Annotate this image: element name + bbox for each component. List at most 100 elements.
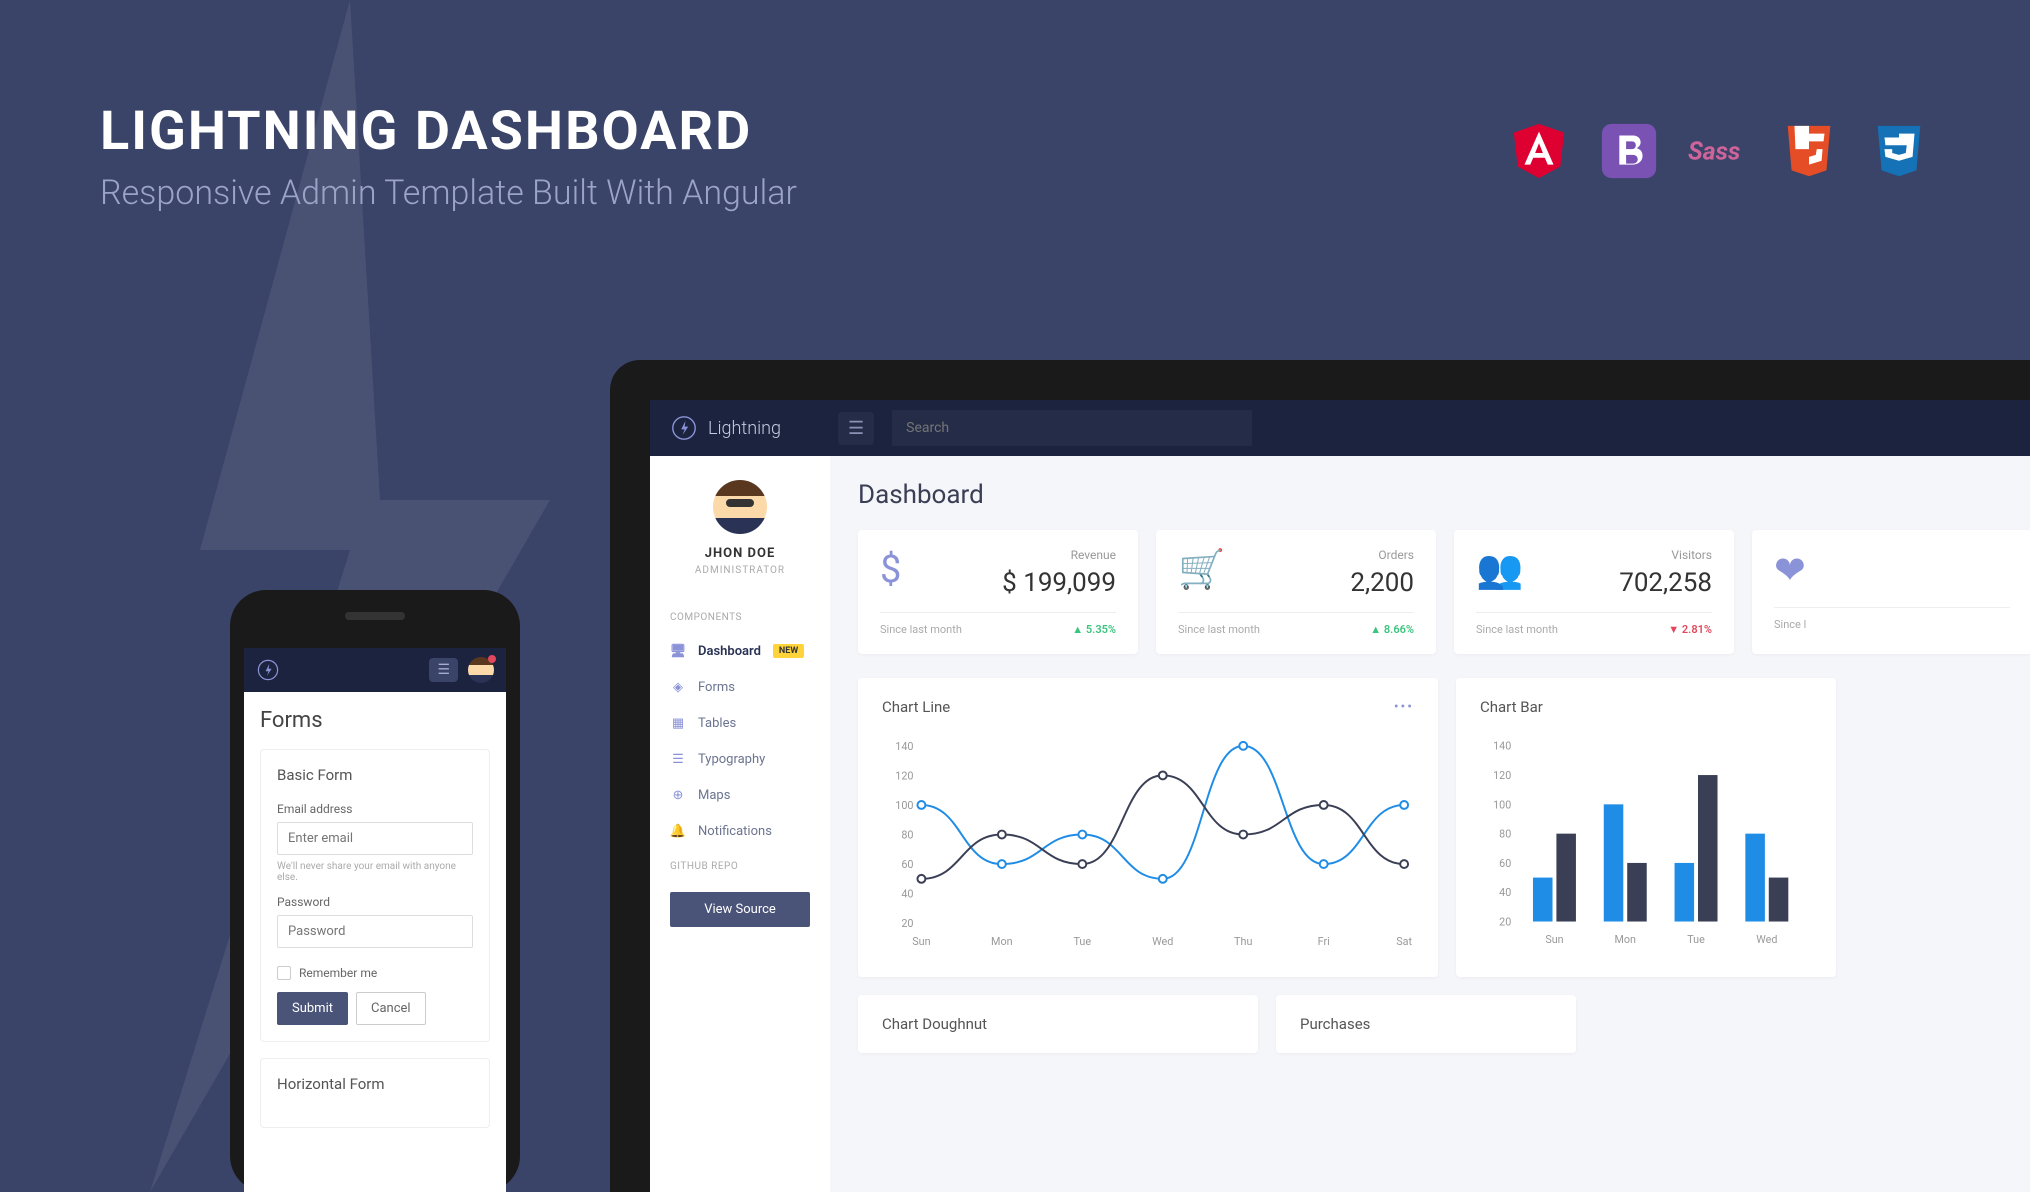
- diamond-icon: ◈: [670, 679, 686, 695]
- nav-notifications[interactable]: 🔔 Notifications: [650, 813, 830, 849]
- chart-line-title: Chart Line: [882, 698, 950, 716]
- phone-menu-button[interactable]: ☰: [429, 658, 458, 682]
- submit-button[interactable]: Submit: [277, 992, 348, 1025]
- nav-dashboard[interactable]: 🖥 Dashboard NEW: [650, 633, 830, 669]
- stat-pct: ▲ 5.35%: [1072, 623, 1116, 636]
- stat-since: Since last month: [1476, 623, 1558, 636]
- svg-text:80: 80: [1499, 828, 1511, 841]
- nav-label: Maps: [698, 788, 730, 803]
- logo-icon: [670, 414, 698, 442]
- search-input[interactable]: [892, 410, 1252, 446]
- page-title: Dashboard: [858, 480, 2002, 510]
- nav-typography[interactable]: ☰Typography: [650, 741, 830, 777]
- stat-card: ❤ Since l: [1752, 530, 2030, 654]
- view-source-button[interactable]: View Source: [670, 892, 810, 927]
- phone-avatar[interactable]: [468, 657, 494, 683]
- password-field[interactable]: [277, 915, 473, 948]
- nav-tables[interactable]: ▦ Tables: [650, 705, 830, 741]
- phone-topbar: ☰: [244, 648, 506, 692]
- nav-label: Dashboard: [698, 644, 761, 659]
- nav-label: Notifications: [698, 824, 772, 839]
- svg-text:120: 120: [895, 769, 913, 782]
- bootstrap-icon: [1598, 120, 1660, 182]
- svg-text:100: 100: [895, 799, 913, 812]
- svg-text:Tue: Tue: [1687, 933, 1705, 946]
- chart-bar-card: Chart Bar 20406080100120140SunMonTueWed: [1456, 678, 1836, 977]
- stat-label: Revenue: [1002, 548, 1116, 562]
- stat-label: Visitors: [1619, 548, 1712, 562]
- chart-doughnut-title: Chart Doughnut: [882, 1015, 1234, 1033]
- nav-label: Forms: [698, 680, 735, 695]
- email-field[interactable]: [277, 822, 473, 855]
- stat-value: 702,258: [1619, 568, 1712, 598]
- hero-title: LIGHTNING DASHBOARD: [100, 100, 797, 163]
- svg-text:20: 20: [1499, 915, 1511, 928]
- section-github: GITHUB REPO: [650, 861, 830, 872]
- stat-since: Since last month: [1178, 623, 1260, 636]
- new-badge: NEW: [773, 644, 804, 658]
- section-components: COMPONENTS: [650, 612, 830, 623]
- topbar: Lightning ☰: [650, 400, 2030, 456]
- line-chart: 20 40 60 80 100 120 140 Sun Mon Tue Wed Thu Fri Sat: [882, 736, 1414, 953]
- css3-icon: [1868, 120, 1930, 182]
- nav-maps[interactable]: ⊕Maps: [650, 777, 830, 813]
- svg-text:Mon: Mon: [1615, 933, 1636, 946]
- svg-text:Sun: Sun: [912, 935, 930, 948]
- stat-pct: ▼ 2.81%: [1668, 623, 1712, 636]
- stat-card: 🛒 Orders 2,200 Since last month ▲ 8.66%: [1156, 530, 1436, 654]
- svg-text:Mon: Mon: [991, 935, 1013, 948]
- html5-icon: [1778, 120, 1840, 182]
- svg-text:Sun: Sun: [1545, 933, 1563, 946]
- tech-icons: Sass: [1508, 120, 1930, 182]
- chart-menu-button[interactable]: •••: [1394, 699, 1414, 715]
- svg-text:Thu: Thu: [1234, 935, 1252, 948]
- brand-text: Lightning: [708, 418, 781, 439]
- stat-card: $ Revenue $ 199,099 Since last month ▲ 5…: [858, 530, 1138, 654]
- svg-text:Fri: Fri: [1318, 935, 1330, 948]
- phone-frame: ☰ Forms Basic Form Email address We'll n…: [230, 590, 520, 1192]
- svg-text:80: 80: [901, 828, 913, 841]
- email-hint: We'll never share your email with anyone…: [277, 861, 473, 883]
- svg-text:Tue: Tue: [1073, 935, 1091, 948]
- card-title: Horizontal Form: [277, 1075, 473, 1093]
- sidebar: JHON DOE ADMINISTRATOR COMPONENTS 🖥Dashb…: [650, 456, 830, 1192]
- user-name: JHON DOE: [666, 546, 814, 561]
- stat-card: 👥 Visitors 702,258 Since last month ▼ 2.…: [1454, 530, 1734, 654]
- bar-chart: 20406080100120140SunMonTueWed: [1480, 736, 1812, 951]
- stat-label: Orders: [1350, 548, 1414, 562]
- menu-toggle-button[interactable]: ☰: [838, 412, 874, 445]
- heart-icon: ❤: [1774, 548, 1806, 593]
- bell-icon: 🔔: [670, 823, 686, 839]
- checkbox-icon[interactable]: [277, 966, 291, 980]
- nav-label: Tables: [698, 716, 736, 731]
- svg-text:20: 20: [901, 917, 913, 930]
- email-label: Email address: [277, 802, 473, 816]
- remember-row[interactable]: Remember me: [277, 966, 473, 980]
- table-icon: ▦: [670, 715, 686, 731]
- stat-value: $ 199,099: [1002, 568, 1116, 598]
- monitor-icon: 🖥: [670, 643, 686, 659]
- text-icon: ☰: [670, 751, 686, 767]
- users-icon: 👥: [1476, 548, 1523, 592]
- remember-label: Remember me: [299, 966, 377, 980]
- sass-icon: Sass: [1688, 120, 1750, 182]
- hero-subtitle: Responsive Admin Template Built With Ang…: [100, 173, 797, 213]
- svg-text:40: 40: [901, 888, 913, 901]
- cancel-button[interactable]: Cancel: [356, 992, 426, 1025]
- svg-text:Wed: Wed: [1756, 933, 1777, 946]
- svg-text:100: 100: [1493, 798, 1511, 811]
- svg-text:120: 120: [1493, 769, 1511, 782]
- svg-text:Sat: Sat: [1396, 935, 1412, 948]
- nav-forms[interactable]: ◈ Forms: [650, 669, 830, 705]
- avatar[interactable]: [713, 480, 767, 534]
- svg-text:60: 60: [901, 858, 913, 871]
- svg-text:140: 140: [895, 740, 913, 753]
- chart-line-card: Chart Line ••• 20 40 60 80 100 120 140 Sun Mon Tue…: [858, 678, 1438, 977]
- cart-icon: 🛒: [1178, 548, 1225, 592]
- stat-pct: ▲ 8.66%: [1370, 623, 1414, 636]
- svg-text:Wed: Wed: [1152, 935, 1173, 948]
- dollar-icon: $: [880, 548, 901, 592]
- purchases-title: Purchases: [1300, 1015, 1552, 1033]
- stat-value: 2,200: [1350, 568, 1414, 598]
- svg-text:40: 40: [1499, 886, 1511, 899]
